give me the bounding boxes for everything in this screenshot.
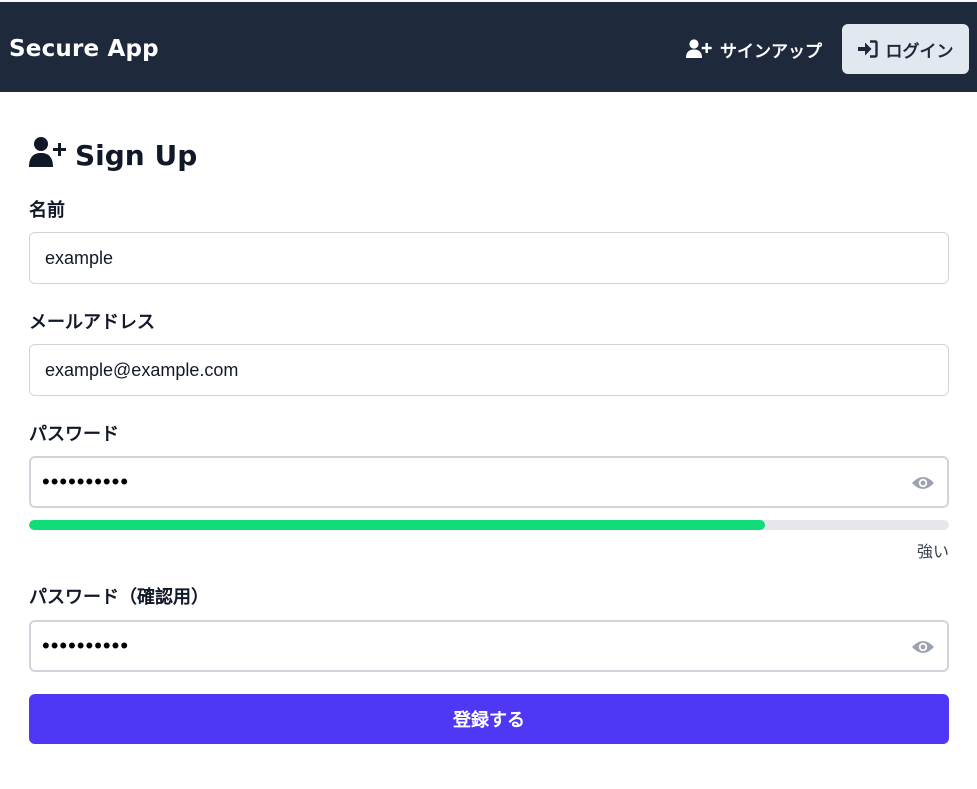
email-label: メールアドレス	[29, 312, 155, 333]
sign-in-icon	[857, 40, 878, 58]
user-plus-icon	[686, 39, 712, 59]
login-button[interactable]: ログイン	[842, 24, 969, 74]
name-label: 名前	[29, 200, 65, 221]
password-strength-bar	[29, 520, 949, 530]
eye-icon[interactable]	[911, 471, 935, 495]
confirm-password-label: パスワード（確認用）	[29, 587, 209, 608]
email-input[interactable]	[29, 344, 949, 396]
name-input[interactable]	[29, 232, 949, 284]
confirm-password-input[interactable]	[29, 620, 949, 672]
nav-signup-label: サインアップ	[720, 41, 822, 62]
eye-icon[interactable]	[911, 635, 935, 659]
app-brand[interactable]: Secure App	[9, 36, 159, 62]
login-label: ログイン	[885, 41, 954, 62]
page-title: Sign Up	[29, 135, 197, 175]
password-strength-label: 強い	[916, 542, 949, 561]
password-label: パスワード	[29, 424, 119, 445]
top-navbar: Secure App サインアップ ログイン	[0, 0, 977, 92]
password-input[interactable]	[29, 456, 949, 508]
page-title-text: Sign Up	[75, 138, 198, 172]
user-plus-icon	[29, 136, 67, 175]
register-button[interactable]: 登録する	[29, 694, 949, 744]
nav-signup-link[interactable]: サインアップ	[686, 35, 822, 63]
password-strength-fill	[29, 520, 765, 530]
